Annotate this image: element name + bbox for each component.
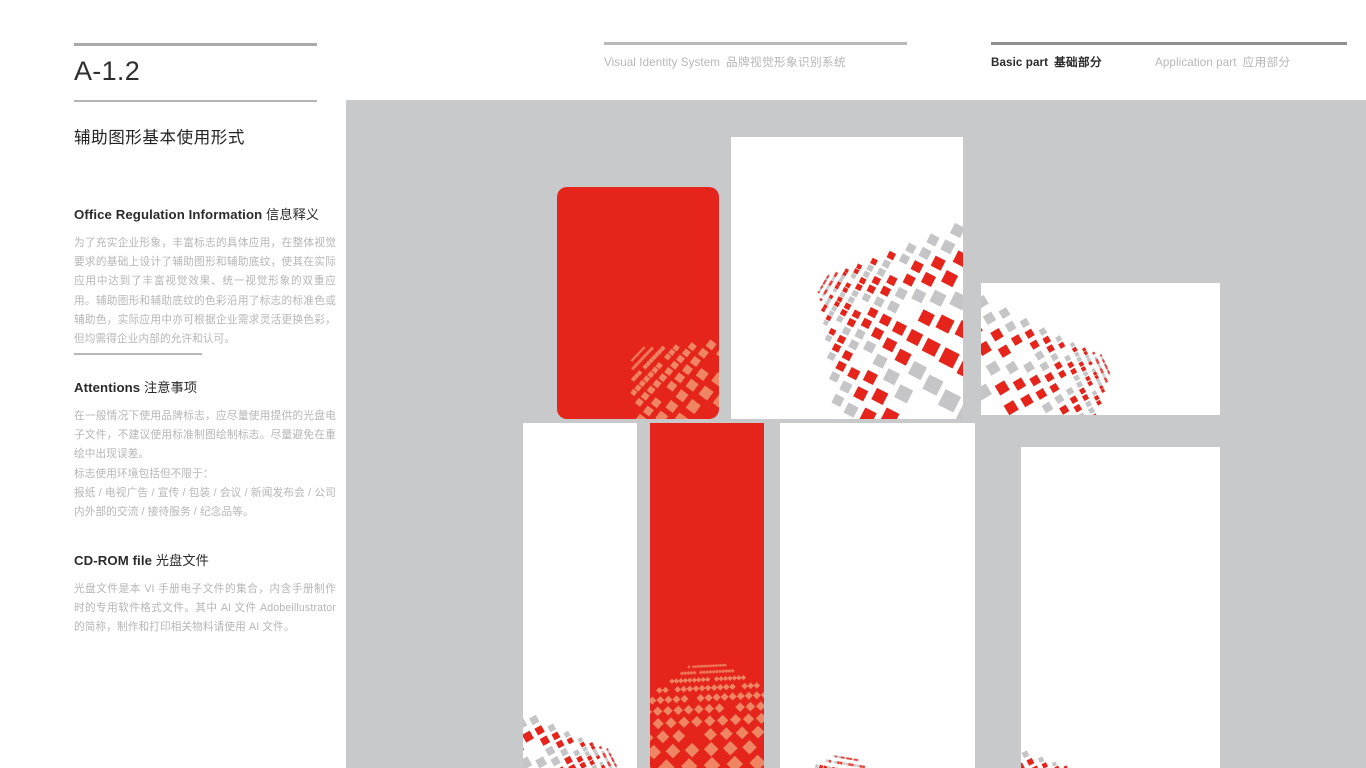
graphic-showcase-panel [346,100,1366,768]
card-white-wide-right [981,283,1220,415]
card-white-tall-top [731,137,963,419]
info-block-cdrom-body: 光盘文件是本 VI 手册电子文件的集合，内含手册制作时的专用软件格式文件。其中 … [74,583,336,634]
attentions-line-3: 报纸 / 电视广告 / 宣传 / 包装 / 会议 / 新闻发布会 / 公司内外部… [74,486,336,519]
card-red-narrow [650,423,764,768]
auxiliary-graphic-pattern [981,283,1220,415]
auxiliary-graphic-pattern [557,187,719,419]
header-tabs-row: Basic part 基础部分 Application part 应用部分 [991,54,1366,70]
info-block-office-body: 为了充实企业形象，丰富标志的具体应用，在整体视觉要求的基础上设计了辅助图形和辅助… [74,237,336,346]
attentions-line-1: 在一般情况下使用品牌标志，应尽量使用提供的光盘电子文件，不建议使用标准制图绘制标… [74,410,336,461]
info-block-attentions: Attentions 注意事项 在一般情况下使用品牌标志，应尽量使用提供的光盘电… [74,377,336,522]
info-block-office-heading: Office Regulation Information 信息释义 [74,204,336,223]
header-system-group: Visual Identity System 品牌视觉形象识别系统 [604,42,934,70]
info-block-attentions-body: 在一般情况下使用品牌标志，应尽量使用提供的光盘电子文件，不建议使用标准制图绘制标… [74,407,336,522]
auxiliary-graphic-pattern [650,423,764,768]
info-block-cdrom-heading: CD-ROM file 光盘文件 [74,550,336,569]
heading-cn: 光盘文件 [155,553,209,568]
divider-top [74,43,317,46]
tab-application-part[interactable]: Application part 应用部分 [1155,54,1291,70]
divider-section [74,353,202,355]
tab-basic-part[interactable]: Basic part 基础部分 [991,54,1102,70]
card-red-rounded [557,187,719,419]
auxiliary-graphic-pattern [523,423,637,768]
page-code: A-1.2 [74,56,141,86]
card-white-mid-bottom [780,423,975,768]
divider-under-code [74,100,317,102]
card-white-narrow-left [523,423,637,768]
attentions-line-2: 标志使用环境包括但不限于： [74,467,214,480]
heading-cn: 信息释义 [266,207,320,222]
info-block-attentions-heading: Attentions 注意事项 [74,377,336,396]
page-title: 辅助图形基本使用形式 [74,129,245,147]
header-system-row: Visual Identity System 品牌视觉形象识别系统 [604,54,934,70]
info-block-cdrom: CD-ROM file 光盘文件 光盘文件是本 VI 手册电子文件的集合，内含手… [74,550,336,638]
header-tabs-group: Basic part 基础部分 Application part 应用部分 [991,42,1366,70]
header-divider-left [604,42,907,45]
left-info-column: A-1.2 辅助图形基本使用形式 Office Regulation Infor… [74,0,336,768]
heading-en: CD-ROM file [74,553,153,568]
header-system-title: Visual Identity System 品牌视觉形象识别系统 [604,55,846,69]
heading-cn: 注意事项 [143,380,198,395]
header-divider-right [991,42,1347,45]
card-white-right-bottom [1021,447,1220,768]
heading-en: Office Regulation Information [74,207,263,222]
auxiliary-graphic-pattern [1021,447,1220,768]
heading-en: Attentions [74,380,141,395]
info-block-office: Office Regulation Information 信息释义 为了充实企… [74,204,336,349]
auxiliary-graphic-pattern [780,423,975,768]
auxiliary-graphic-pattern [731,137,963,419]
